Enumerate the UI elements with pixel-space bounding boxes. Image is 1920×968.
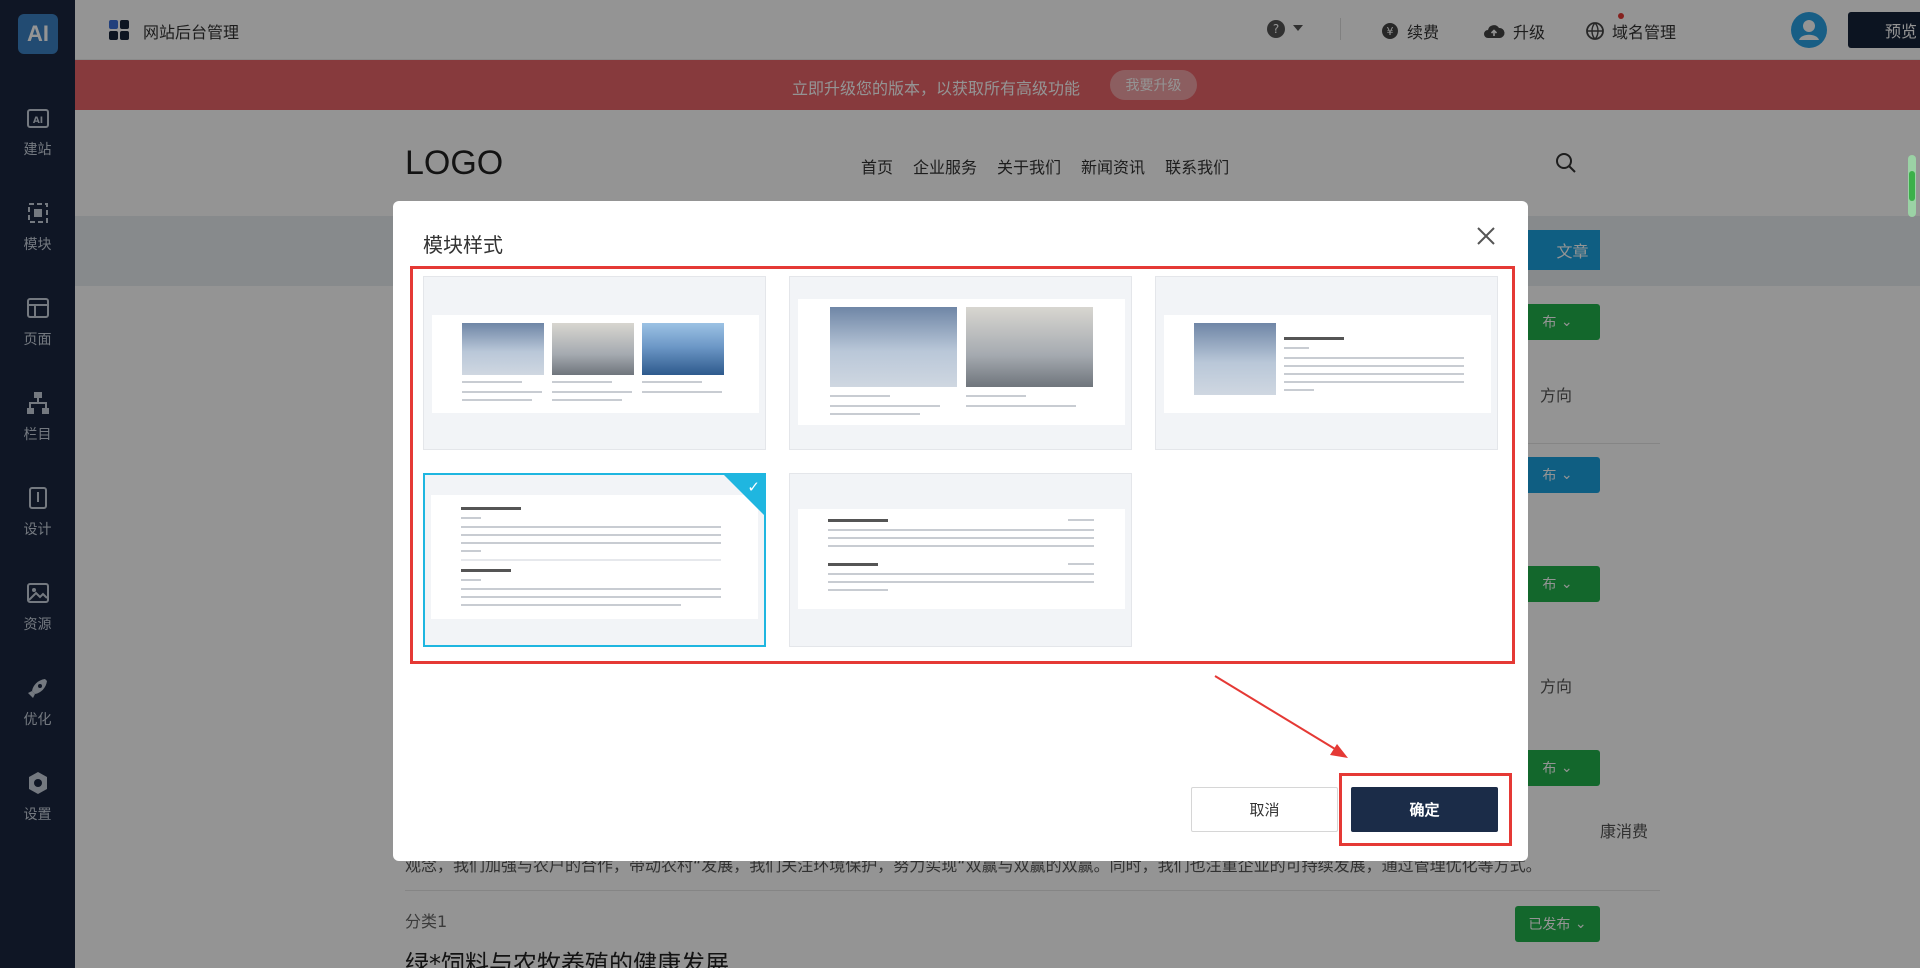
text-line <box>1284 365 1464 367</box>
text-line <box>461 569 511 572</box>
style-option-2[interactable] <box>789 276 1132 450</box>
text-line <box>461 534 721 536</box>
text-line <box>642 391 722 393</box>
check-icon: ✓ <box>747 478 760 496</box>
annotation-highlight-confirm <box>1339 773 1512 846</box>
style-thumbnail <box>432 315 759 413</box>
style-option-1[interactable] <box>423 276 766 450</box>
thumbnail-image <box>642 323 724 375</box>
text-line <box>966 395 1026 397</box>
text-line <box>1284 337 1344 340</box>
text-line <box>642 381 702 383</box>
text-line <box>830 395 890 397</box>
text-line <box>461 588 721 590</box>
text-line <box>828 563 878 566</box>
thumbnail-image <box>462 323 544 375</box>
text-line <box>828 581 1094 583</box>
text-line <box>552 381 612 383</box>
text-line <box>461 517 481 519</box>
style-option-3[interactable] <box>1155 276 1498 450</box>
text-line <box>462 381 522 383</box>
text-line <box>828 537 1094 539</box>
style-thumbnail <box>798 299 1125 425</box>
thumbnail-image <box>830 307 957 387</box>
text-line <box>462 399 532 401</box>
text-line <box>1284 381 1464 383</box>
text-line <box>461 604 681 606</box>
text-line <box>461 542 721 544</box>
text-line <box>461 526 721 528</box>
thumbnail-image <box>552 323 634 375</box>
text-line <box>828 519 888 522</box>
dialog-title: 模块样式 <box>423 233 503 257</box>
module-style-dialog: 模块样式 ✓ 取消 确定 <box>393 201 1528 861</box>
close-icon[interactable] <box>1475 225 1497 247</box>
text-line <box>1068 563 1094 565</box>
text-line <box>1284 389 1314 391</box>
text-line <box>461 550 481 552</box>
style-option-5[interactable] <box>789 473 1132 647</box>
style-option-4[interactable]: ✓ <box>423 473 766 647</box>
text-line <box>461 579 481 581</box>
style-thumbnail <box>798 509 1125 609</box>
text-line <box>461 596 721 598</box>
text-line <box>1284 357 1464 359</box>
text-line <box>1068 519 1094 521</box>
text-line <box>461 507 521 510</box>
text-line <box>828 589 888 591</box>
text-line <box>552 391 632 393</box>
scrollbar[interactable] <box>1908 155 1916 217</box>
style-thumbnail <box>1164 315 1491 413</box>
text-line <box>828 529 1094 531</box>
text-line <box>1284 373 1464 375</box>
style-thumbnail <box>431 495 758 619</box>
text-line <box>1284 347 1309 349</box>
text-line <box>830 413 920 415</box>
thumbnail-image <box>1194 323 1276 395</box>
text-line <box>828 545 1094 547</box>
text-line <box>830 405 940 407</box>
text-line <box>966 405 1076 407</box>
cancel-button[interactable]: 取消 <box>1191 787 1338 832</box>
thumbnail-image <box>966 307 1093 387</box>
divider <box>461 559 721 561</box>
text-line <box>462 391 542 393</box>
text-line <box>828 573 1094 575</box>
text-line <box>552 399 622 401</box>
